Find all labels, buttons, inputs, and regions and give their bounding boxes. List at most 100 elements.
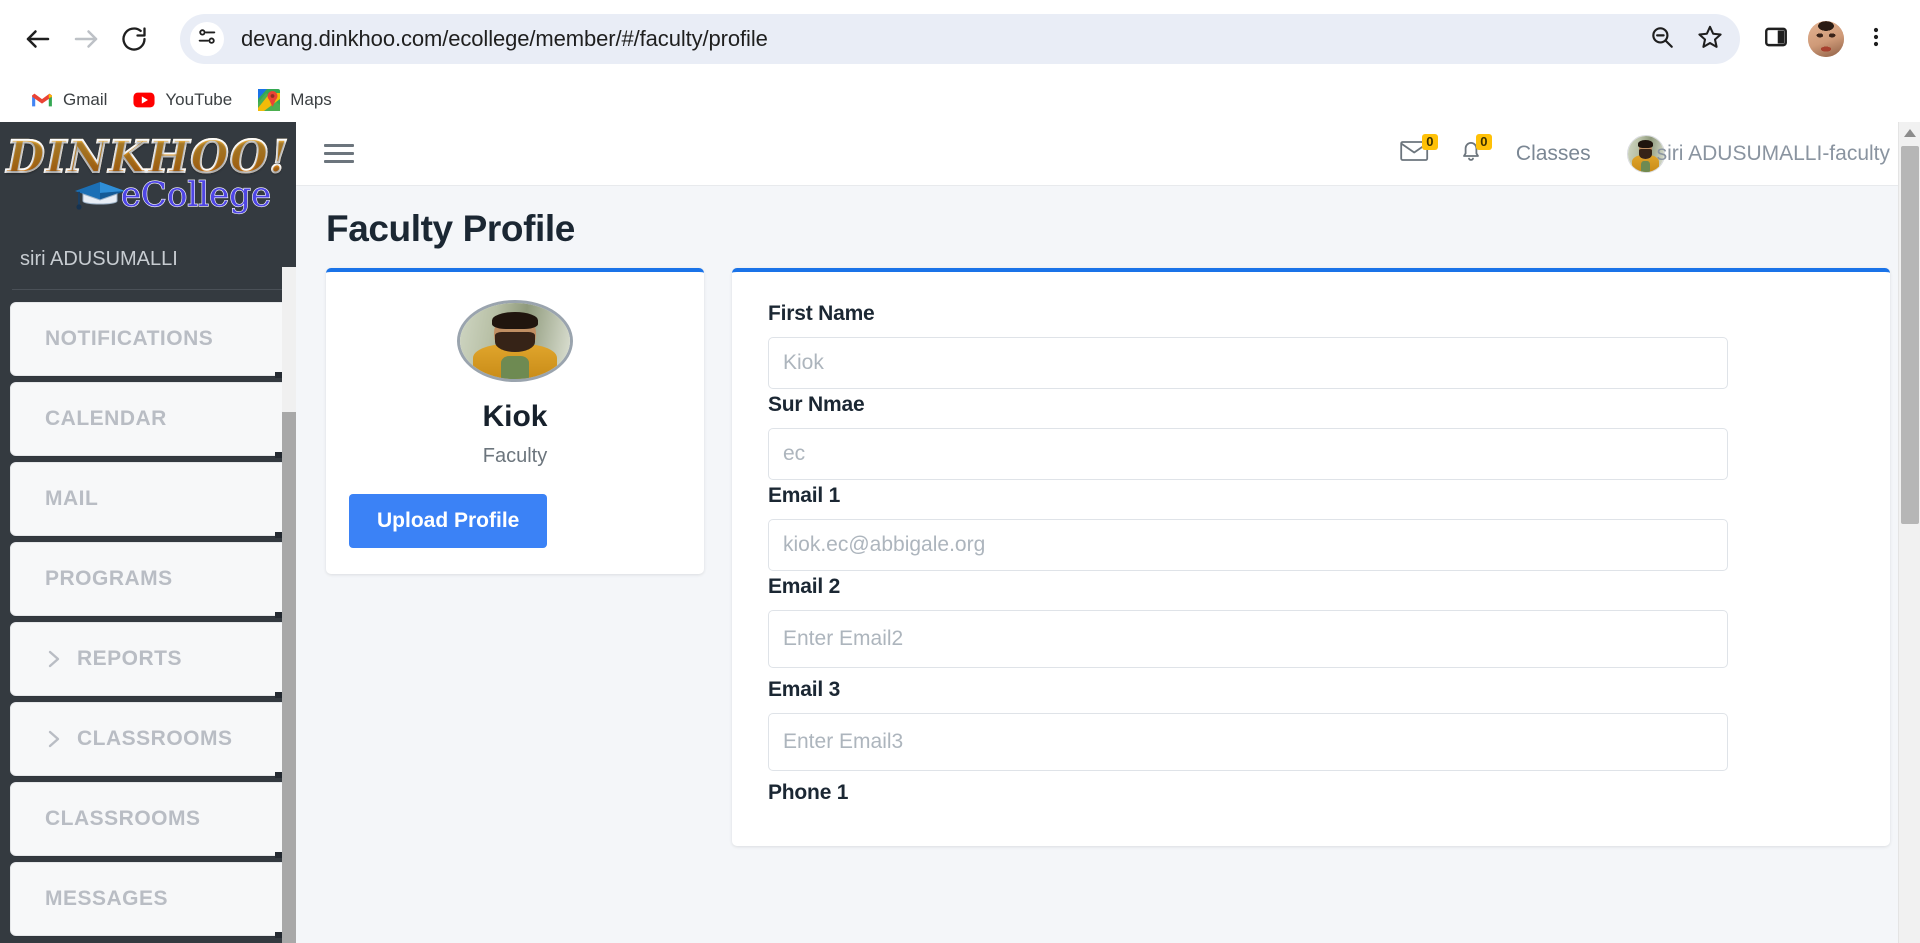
app-logo[interactable]: DINKHOO! eCollege xyxy=(0,122,296,234)
address-bar[interactable]: devang.dinkhoo.com/ecollege/member/#/fac… xyxy=(180,14,1740,64)
sidebar-item-messages[interactable]: MESSAGES xyxy=(10,862,296,938)
graduation-cap-icon xyxy=(73,178,127,212)
reload-button[interactable] xyxy=(110,15,158,63)
bookmark-youtube[interactable]: YouTube xyxy=(120,84,245,116)
chevron-right-icon xyxy=(45,646,63,672)
reload-icon xyxy=(120,25,148,53)
sidebar-menu: NOTIFICATIONS CALENDAR MAIL PROGRAMS REP… xyxy=(0,290,296,938)
bookmark-maps[interactable]: Maps xyxy=(245,84,345,116)
field-label: Email 1 xyxy=(768,484,841,507)
browser-toolbar: devang.dinkhoo.com/ecollege/member/#/fac… xyxy=(0,0,1920,78)
sur-name-input[interactable] xyxy=(768,428,1728,480)
email-3-input[interactable] xyxy=(768,713,1728,771)
sidebar-item-classrooms-expandable[interactable]: CLASSROOMS xyxy=(10,702,296,778)
field-email-1: Email 1 xyxy=(768,484,1854,571)
sidebar-item-reports[interactable]: REPORTS xyxy=(10,622,296,698)
logo-subtitle: eCollege xyxy=(73,175,272,215)
browser-chrome: devang.dinkhoo.com/ecollege/member/#/fac… xyxy=(0,0,1920,122)
email-1-input[interactable] xyxy=(768,519,1728,571)
top-navbar: 0 0 Classes siri ADUSUMALLI-faculty xyxy=(296,122,1920,186)
omnibox-actions xyxy=(1640,17,1732,61)
google-maps-icon xyxy=(258,89,281,111)
field-email-2: Email 2 xyxy=(768,575,1854,668)
bookmark-label: YouTube xyxy=(165,90,233,109)
field-label: Sur Nmae xyxy=(768,393,865,416)
chrome-menu-button[interactable] xyxy=(1854,17,1898,61)
sidebar-item-label: PROGRAMS xyxy=(45,567,173,590)
field-phone-1: Phone 1 xyxy=(768,781,1854,805)
field-label: Email 3 xyxy=(768,678,841,701)
profile-summary-card: Kiok Faculty Upload Profile xyxy=(326,268,704,574)
profile-role: Faculty xyxy=(482,445,548,467)
messages-button[interactable]: 0 xyxy=(1386,122,1444,186)
faculty-photo[interactable] xyxy=(457,300,573,382)
forward-arrow-icon xyxy=(71,24,101,54)
sidebar-item-label: CLASSROOMS xyxy=(77,727,233,750)
bookmark-gmail[interactable]: Gmail xyxy=(18,84,120,116)
sidebar-scrollbar-track[interactable] xyxy=(282,267,296,943)
bookmark-label: Maps xyxy=(290,90,332,109)
messages-badge: 0 xyxy=(1421,133,1438,150)
page-header: Faculty Profile xyxy=(296,186,1920,258)
back-arrow-icon xyxy=(23,24,53,54)
site-settings-button[interactable] xyxy=(190,22,224,56)
chrome-profile-button[interactable] xyxy=(1804,17,1848,61)
email-2-input[interactable] xyxy=(768,610,1728,668)
field-email-3: Email 3 xyxy=(768,678,1854,771)
sidebar-item-classrooms[interactable]: CLASSROOMS xyxy=(10,782,296,858)
gmail-icon xyxy=(31,89,53,111)
field-sur-name: Sur Nmae xyxy=(768,393,1854,480)
first-name-input[interactable] xyxy=(768,337,1728,389)
zoom-out-icon xyxy=(1649,24,1675,55)
field-label: First Name xyxy=(768,302,875,325)
bookmarks-bar: Gmail YouTube Maps xyxy=(0,78,1920,122)
logo-ecollege-text: eCollege xyxy=(120,175,272,215)
upload-profile-button[interactable]: Upload Profile xyxy=(349,494,548,548)
sidebar-item-label: MESSAGES xyxy=(45,887,169,910)
sidebar-scrollbar-thumb[interactable] xyxy=(282,412,296,943)
notifications-button[interactable]: 0 xyxy=(1444,122,1498,186)
page-title: Faculty Profile xyxy=(326,208,575,249)
logo-wordmark: DINKHOO! xyxy=(6,132,290,183)
sidebar-item-label: NOTIFICATIONS xyxy=(45,327,214,350)
user-name-label: siri ADUSUMALLI-faculty xyxy=(1656,141,1890,165)
field-label: Email 2 xyxy=(768,575,841,598)
forward-button[interactable] xyxy=(62,15,110,63)
sidebar-item-label: REPORTS xyxy=(77,647,183,670)
notifications-badge: 0 xyxy=(1475,133,1492,150)
sidebar-item-mail[interactable]: MAIL xyxy=(10,462,296,538)
back-button[interactable] xyxy=(14,15,62,63)
sidebar-item-label: CLASSROOMS xyxy=(45,807,201,830)
main-content-area: 0 0 Classes siri ADUSUMALLI-faculty Facu… xyxy=(296,122,1920,943)
chrome-right-actions xyxy=(1754,17,1898,61)
youtube-icon xyxy=(133,89,155,111)
content-row: Kiok Faculty Upload Profile First Name S… xyxy=(296,258,1920,846)
page-scrollbar[interactable] xyxy=(1898,122,1920,943)
profile-name: Kiok xyxy=(482,400,548,433)
star-icon xyxy=(1697,24,1723,55)
bookmark-label: Gmail xyxy=(63,90,108,109)
chevron-right-icon xyxy=(45,726,63,752)
field-first-name: First Name xyxy=(768,302,1854,389)
sidebar-item-calendar[interactable]: CALENDAR xyxy=(10,382,296,458)
three-dot-menu-icon xyxy=(1864,25,1888,54)
url-text[interactable]: devang.dinkhoo.com/ecollege/member/#/fac… xyxy=(241,26,768,52)
side-panel-button[interactable] xyxy=(1754,17,1798,61)
classes-link[interactable]: Classes xyxy=(1498,142,1609,166)
page-scrollbar-thumb[interactable] xyxy=(1901,146,1919,524)
scroll-up-arrow-icon[interactable] xyxy=(1899,122,1920,144)
field-label: Phone 1 xyxy=(768,781,849,804)
page-viewport: DINKHOO! eCollege siri ADUSUMALLI NOTIFI… xyxy=(0,122,1920,943)
chrome-profile-avatar xyxy=(1808,21,1844,57)
site-settings-icon xyxy=(196,26,218,53)
sidebar-item-label: MAIL xyxy=(45,487,99,510)
user-menu[interactable]: siri ADUSUMALLI-faculty xyxy=(1609,134,1890,173)
sidebar-item-programs[interactable]: PROGRAMS xyxy=(10,542,296,618)
profile-form-card: First Name Sur Nmae Email 1 Email 2 Emai xyxy=(732,268,1890,846)
bookmark-button[interactable] xyxy=(1688,17,1732,61)
zoom-out-button[interactable] xyxy=(1640,17,1684,61)
hamburger-menu-icon[interactable] xyxy=(320,135,358,173)
side-panel-icon xyxy=(1763,24,1789,55)
sidebar-item-notifications[interactable]: NOTIFICATIONS xyxy=(10,302,296,378)
sidebar-item-label: CALENDAR xyxy=(45,407,167,430)
